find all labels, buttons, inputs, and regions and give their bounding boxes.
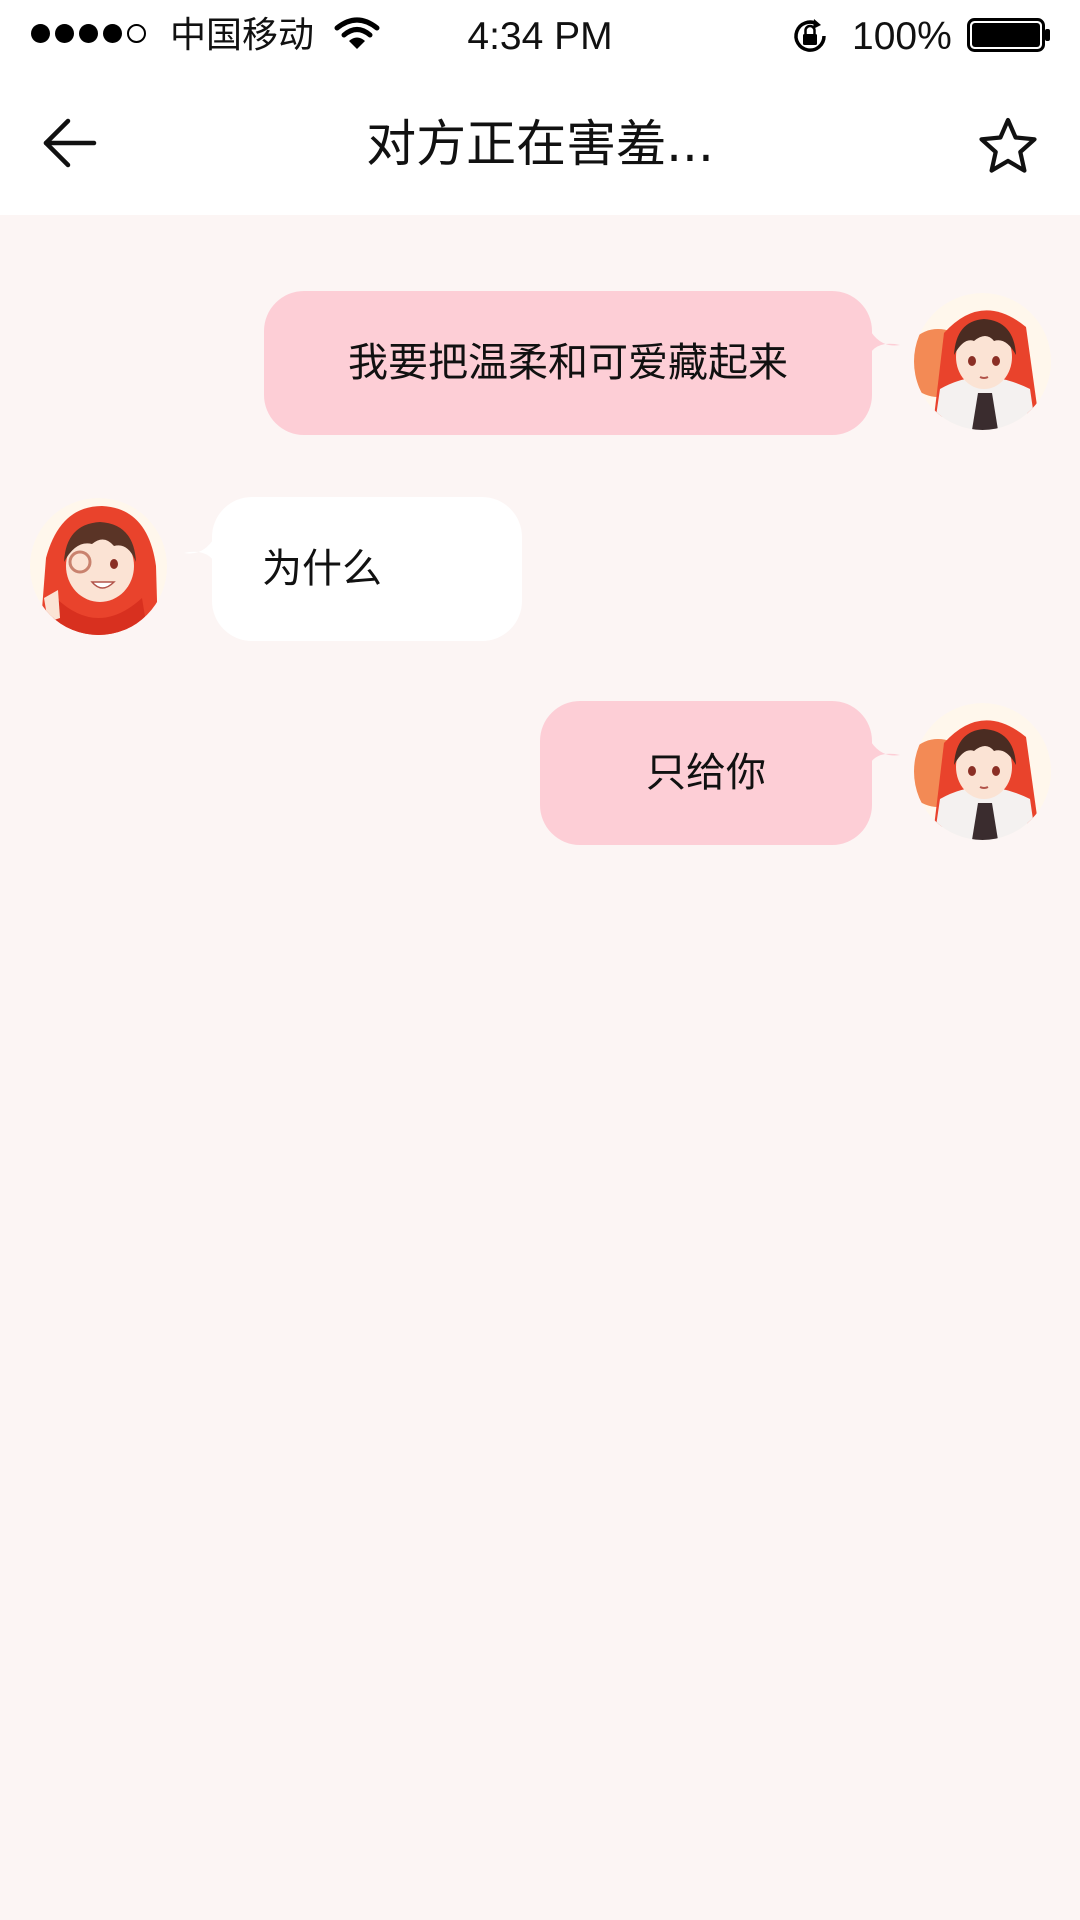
chat-message-list[interactable]: 我要把温柔和可爱藏起来 为什么 只给你 (0, 215, 1080, 1920)
battery-percent: 100% (852, 15, 952, 58)
star-outline-icon (979, 117, 1037, 173)
favorite-button[interactable] (970, 108, 1046, 184)
navigation-bar: 对方正在害羞... (0, 72, 1080, 215)
outgoing-message-bubble[interactable]: 我要把温柔和可爱藏起来 (264, 291, 872, 435)
avatar-boy-illustration (914, 703, 1051, 840)
incoming-message-bubble[interactable]: 为什么 (212, 497, 522, 641)
rotation-lock-icon (794, 19, 826, 52)
page-title: 对方正在害羞... (366, 115, 714, 173)
message-text: 只给你 (646, 750, 766, 796)
battery-icon (967, 18, 1050, 52)
avatar-girl-illustration (30, 498, 167, 635)
status-bar: 中国移动 4:34 PM 100% (0, 0, 1080, 72)
contact-avatar[interactable] (30, 498, 167, 635)
my-avatar[interactable] (914, 703, 1051, 840)
bubble-tail (866, 733, 900, 773)
message-text: 我要把温柔和可爱藏起来 (348, 340, 788, 386)
message-text: 为什么 (262, 546, 382, 592)
bubble-tail (866, 323, 900, 363)
my-avatar[interactable] (914, 293, 1051, 430)
outgoing-message-bubble[interactable]: 只给你 (540, 701, 872, 845)
avatar-boy-illustration (914, 293, 1051, 430)
